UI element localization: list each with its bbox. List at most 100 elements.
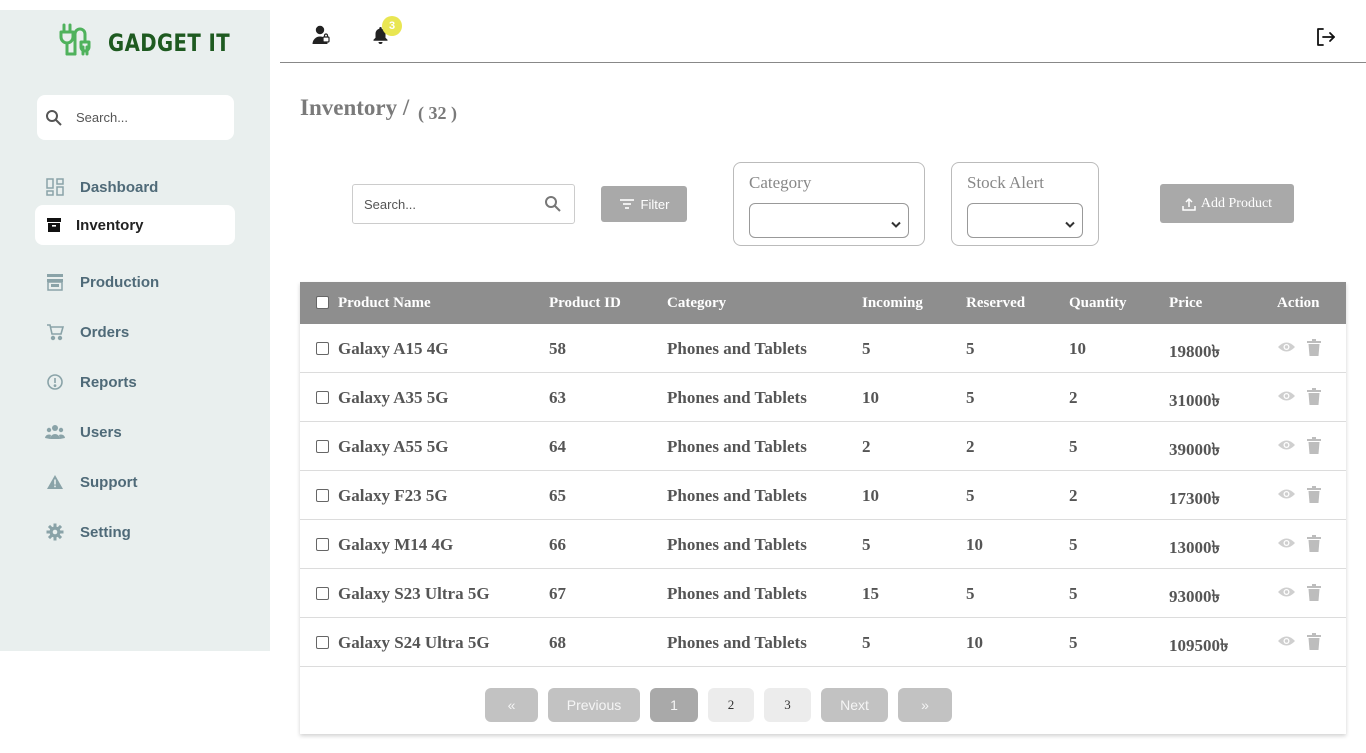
cell-reserved: 10 xyxy=(966,535,983,554)
delete-trash-icon[interactable] xyxy=(1304,582,1324,602)
sidebar-search[interactable] xyxy=(37,95,234,140)
logout-icon[interactable] xyxy=(1313,24,1339,50)
brand-name: GADGET IT xyxy=(108,28,231,57)
filter-button[interactable]: Filter xyxy=(601,186,687,222)
cell-incoming: 5 xyxy=(862,633,871,652)
view-eye-icon[interactable] xyxy=(1276,386,1296,406)
delete-trash-icon[interactable] xyxy=(1304,386,1324,406)
search-icon[interactable] xyxy=(544,195,564,215)
users-icon xyxy=(45,422,65,442)
page-title: Inventory / ( 32 ) xyxy=(300,95,457,123)
page-button-3[interactable]: 3 xyxy=(764,688,811,722)
previous-page-button[interactable]: Previous xyxy=(548,688,640,722)
cell-product-id: 67 xyxy=(549,584,566,603)
cell-reserved: 10 xyxy=(966,633,983,652)
table-row: Galaxy S23 Ultra 5G 67 Phones and Tablets 1… xyxy=(300,569,1346,618)
row-checkbox[interactable] xyxy=(316,636,329,649)
stock-alert-select[interactable] xyxy=(967,203,1083,238)
cell-product-id: 65 xyxy=(549,486,566,505)
user-profile-icon[interactable] xyxy=(308,22,334,48)
sidebar-item-production[interactable]: Production xyxy=(35,262,235,302)
inventory-count: ( 32 ) xyxy=(418,103,457,123)
cell-price: 17300৳ xyxy=(1169,489,1220,508)
notification-count-badge: 3 xyxy=(382,16,402,36)
page-title-text: Inventory / xyxy=(300,95,410,120)
cell-category: Phones and Tablets xyxy=(667,584,807,603)
cell-product-name: Galaxy F23 5G xyxy=(338,486,448,505)
column-header-category[interactable]: Category xyxy=(667,295,726,312)
last-page-button[interactable]: » xyxy=(898,688,952,722)
cell-product-name: Galaxy A55 5G xyxy=(338,437,449,456)
row-checkbox[interactable] xyxy=(316,587,329,600)
delete-trash-icon[interactable] xyxy=(1304,631,1324,651)
cell-quantity: 5 xyxy=(1069,584,1078,603)
delete-trash-icon[interactable] xyxy=(1304,337,1324,357)
cell-quantity: 2 xyxy=(1069,486,1078,505)
product-search[interactable] xyxy=(352,184,575,224)
view-eye-icon[interactable] xyxy=(1276,484,1296,504)
alert-circle-icon xyxy=(45,372,65,392)
table-row: Galaxy S24 Ultra 5G 68 Phones and Tablets 5… xyxy=(300,618,1346,667)
view-eye-icon[interactable] xyxy=(1276,435,1296,455)
page-button-2[interactable]: 2 xyxy=(708,688,754,722)
sidebar-item-dashboard[interactable]: Dashboard xyxy=(35,167,235,207)
sidebar-item-setting[interactable]: Setting xyxy=(35,512,235,552)
cell-incoming: 2 xyxy=(862,437,871,456)
sidebar-item-support[interactable]: Support xyxy=(35,462,235,502)
cell-quantity: 5 xyxy=(1069,437,1078,456)
cell-category: Phones and Tablets xyxy=(667,633,807,652)
column-header-product-id[interactable]: Product ID xyxy=(549,295,621,312)
cell-price: 31000৳ xyxy=(1169,391,1220,410)
store-icon xyxy=(45,272,65,292)
column-header-quantity[interactable]: Quantity xyxy=(1069,295,1127,312)
page-button-1[interactable]: 1 xyxy=(650,688,698,722)
sidebar-item-inventory[interactable]: Inventory xyxy=(35,205,235,245)
add-product-button[interactable]: Add Product xyxy=(1160,184,1294,223)
product-search-input[interactable] xyxy=(364,196,534,212)
cell-quantity: 2 xyxy=(1069,388,1078,407)
stock-alert-filter: Stock Alert xyxy=(951,162,1099,246)
filter-button-label: Filter xyxy=(640,196,670,212)
view-eye-icon[interactable] xyxy=(1276,533,1296,553)
cell-category: Phones and Tablets xyxy=(667,339,807,358)
column-header-product-name[interactable]: Product Name xyxy=(338,295,431,312)
search-icon xyxy=(44,108,64,128)
column-header-reserved[interactable]: Reserved xyxy=(966,295,1025,312)
view-eye-icon[interactable] xyxy=(1276,582,1296,602)
column-header-incoming[interactable]: Incoming xyxy=(862,295,923,312)
archive-icon xyxy=(44,215,64,235)
view-eye-icon[interactable] xyxy=(1276,337,1296,357)
view-eye-icon[interactable] xyxy=(1276,631,1296,651)
sidebar-search-input[interactable] xyxy=(76,110,226,125)
row-checkbox[interactable] xyxy=(316,440,329,453)
cell-product-name: Galaxy A15 4G xyxy=(338,339,449,358)
upload-icon xyxy=(1182,197,1196,211)
cell-product-name: Galaxy M14 4G xyxy=(338,535,454,554)
next-page-button[interactable]: Next xyxy=(821,688,888,722)
cell-incoming: 10 xyxy=(862,486,879,505)
stock-alert-filter-label: Stock Alert xyxy=(967,173,1044,192)
table-header: Product Name Product ID Category Incomin… xyxy=(300,282,1346,324)
delete-trash-icon[interactable] xyxy=(1304,533,1324,553)
cell-category: Phones and Tablets xyxy=(667,388,807,407)
cell-reserved: 5 xyxy=(966,486,975,505)
cell-product-id: 68 xyxy=(549,633,566,652)
delete-trash-icon[interactable] xyxy=(1304,435,1324,455)
sidebar-item-users[interactable]: Users xyxy=(35,412,235,452)
cell-price: 19800৳ xyxy=(1169,342,1220,361)
row-checkbox[interactable] xyxy=(316,391,329,404)
column-header-price[interactable]: Price xyxy=(1169,295,1202,312)
sidebar-item-orders[interactable]: Orders xyxy=(35,312,235,352)
category-select[interactable] xyxy=(749,203,909,238)
sidebar-item-reports[interactable]: Reports xyxy=(35,362,235,402)
inventory-table: Product Name Product ID Category Incomin… xyxy=(300,282,1346,734)
select-all-checkbox[interactable] xyxy=(316,296,329,309)
first-page-button[interactable]: « xyxy=(485,688,538,722)
chevron-down-icon xyxy=(891,216,901,234)
delete-trash-icon[interactable] xyxy=(1304,484,1324,504)
brand-logo[interactable]: GADGET IT xyxy=(58,22,257,63)
row-checkbox[interactable] xyxy=(316,342,329,355)
row-checkbox[interactable] xyxy=(316,489,329,502)
column-header-action: Action xyxy=(1277,295,1320,311)
row-checkbox[interactable] xyxy=(316,538,329,551)
